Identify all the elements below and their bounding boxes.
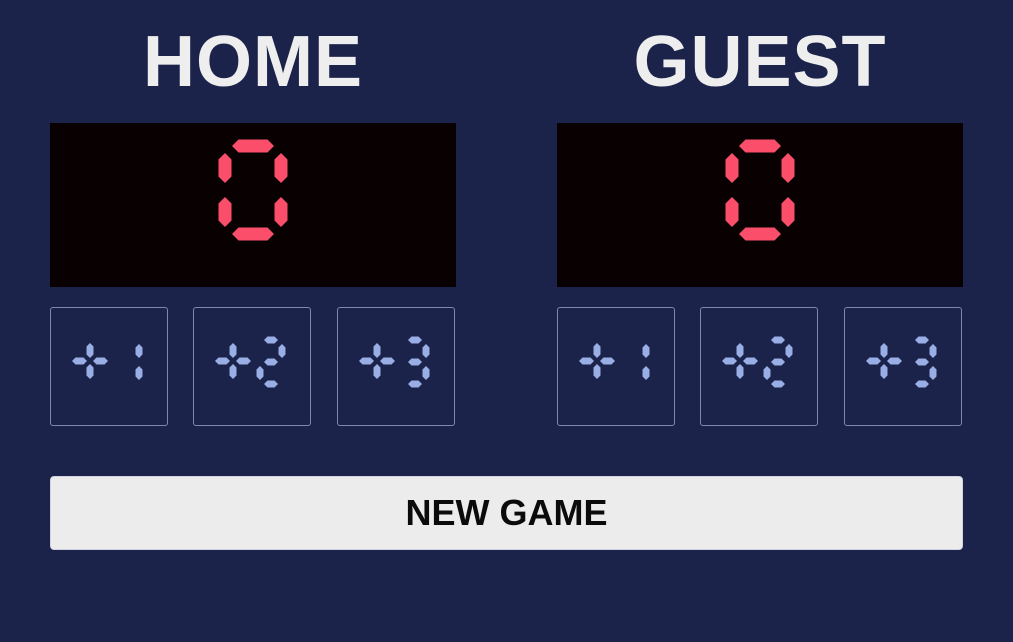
home-score-digit: 0 — [50, 123, 288, 241]
segment-f — [218, 153, 232, 183]
segment-g — [408, 358, 422, 366]
segment-d — [771, 380, 785, 388]
plus-one-glyph-icon — [72, 343, 143, 380]
home-add-3-button[interactable]: +3 — [337, 307, 455, 426]
guest-add-1-button[interactable]: +1 — [557, 307, 675, 426]
plus-segment — [236, 357, 251, 365]
plus-segment — [86, 343, 94, 358]
plus-segment — [593, 343, 601, 358]
guest-score-digit: 0 — [557, 123, 795, 241]
plus-three-glyph-icon — [359, 336, 430, 388]
plus-segment — [866, 357, 881, 365]
home-title: HOME — [143, 22, 363, 102]
segment-e — [725, 197, 739, 227]
guest-add-2-button[interactable]: +2 — [700, 307, 818, 426]
home-score-display: 0 — [50, 123, 456, 287]
segment-c — [274, 197, 288, 227]
plus-segment — [229, 343, 237, 358]
segment-g — [915, 358, 929, 366]
segment-c — [135, 366, 143, 380]
plus-segment — [215, 357, 230, 365]
plus-segment — [380, 357, 395, 365]
guest-title: GUEST — [633, 22, 887, 102]
segment-d — [264, 380, 278, 388]
segment-g — [771, 358, 785, 366]
plus-segment — [373, 343, 381, 358]
plus-segment — [743, 357, 758, 365]
segment-a — [915, 336, 929, 344]
segment-b — [274, 153, 288, 183]
segment-c — [929, 366, 937, 380]
segment-b — [781, 153, 795, 183]
plus-segment — [72, 357, 87, 365]
plus-segment — [593, 364, 601, 379]
plus-segment — [229, 364, 237, 379]
plus-segment — [880, 343, 888, 358]
segment-b — [135, 344, 143, 358]
segment-c — [781, 197, 795, 227]
plus-one-glyph-icon — [579, 343, 650, 380]
plus-segment — [93, 357, 108, 365]
plus-segment — [600, 357, 615, 365]
plus-three-glyph-icon — [866, 336, 937, 388]
segment-d — [232, 227, 274, 241]
segment-d — [408, 380, 422, 388]
guest-score-display: 0 — [557, 123, 963, 287]
guest-add-3-button[interactable]: +3 — [844, 307, 962, 426]
plus-two-glyph-icon — [722, 336, 793, 388]
home-add-1-button[interactable]: +1 — [50, 307, 168, 426]
segment-e — [256, 366, 264, 380]
segment-d — [915, 380, 929, 388]
segment-a — [408, 336, 422, 344]
svg-text:0: 0 — [50, 123, 59, 127]
segment-a — [264, 336, 278, 344]
segment-b — [422, 344, 430, 358]
segment-a — [232, 139, 274, 153]
plus-segment — [359, 357, 374, 365]
segment-d — [739, 227, 781, 241]
plus-segment — [880, 364, 888, 379]
plus-segment — [736, 343, 744, 358]
segment-e — [763, 366, 771, 380]
plus-segment — [373, 364, 381, 379]
segment-b — [642, 344, 650, 358]
segment-a — [739, 139, 781, 153]
segment-f — [725, 153, 739, 183]
plus-segment — [736, 364, 744, 379]
svg-text:0: 0 — [557, 123, 566, 127]
new-game-button[interactable]: NEW GAME — [50, 476, 963, 550]
segment-b — [785, 344, 793, 358]
segment-b — [278, 344, 286, 358]
plus-segment — [722, 357, 737, 365]
plus-segment — [579, 357, 594, 365]
home-add-2-button[interactable]: +2 — [193, 307, 311, 426]
segment-g — [264, 358, 278, 366]
segment-c — [422, 366, 430, 380]
segment-a — [771, 336, 785, 344]
plus-two-glyph-icon — [215, 336, 286, 388]
plus-segment — [86, 364, 94, 379]
plus-segment — [887, 357, 902, 365]
segment-e — [218, 197, 232, 227]
segment-b — [929, 344, 937, 358]
segment-c — [642, 366, 650, 380]
